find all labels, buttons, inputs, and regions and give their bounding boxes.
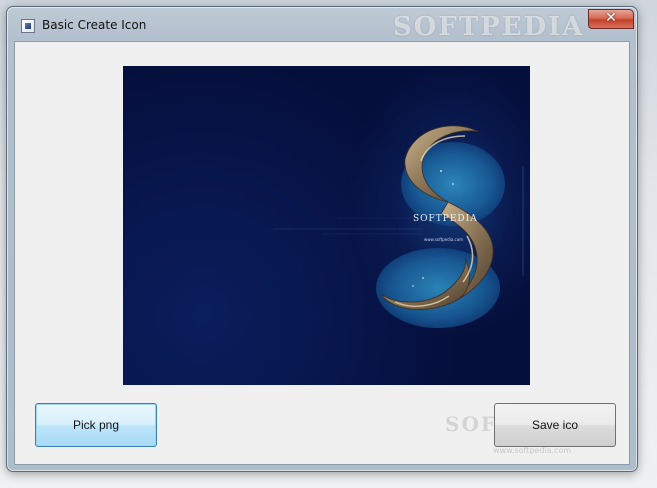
close-button[interactable]: ✕: [588, 9, 634, 29]
island-artwork: [273, 125, 524, 328]
close-icon: ✕: [605, 10, 617, 26]
window-title: Basic Create Icon: [42, 18, 147, 32]
save-ico-button[interactable]: Save ico: [494, 403, 616, 447]
image-preview: SOFTPEDIA www.softpedia.com: [123, 66, 530, 385]
app-window: Basic Create Icon SOFTPEDIA ✕ SOFTPEDIA …: [6, 6, 638, 472]
pick-png-button[interactable]: Pick png: [35, 403, 157, 447]
picture-url: www.softpedia.com: [424, 237, 464, 242]
app-window-icon: [21, 19, 35, 33]
watermark-url: www.softpedia.com: [493, 446, 572, 455]
client-area: SOFTPEDIA www.softpedia.com Pick png SOF…: [14, 41, 630, 465]
watermark-logo: SOFTPEDIA: [393, 12, 585, 42]
title-bar[interactable]: Basic Create Icon SOFTPEDIA ✕: [7, 7, 637, 42]
picture-watermark: SOFTPEDIA: [413, 214, 478, 224]
